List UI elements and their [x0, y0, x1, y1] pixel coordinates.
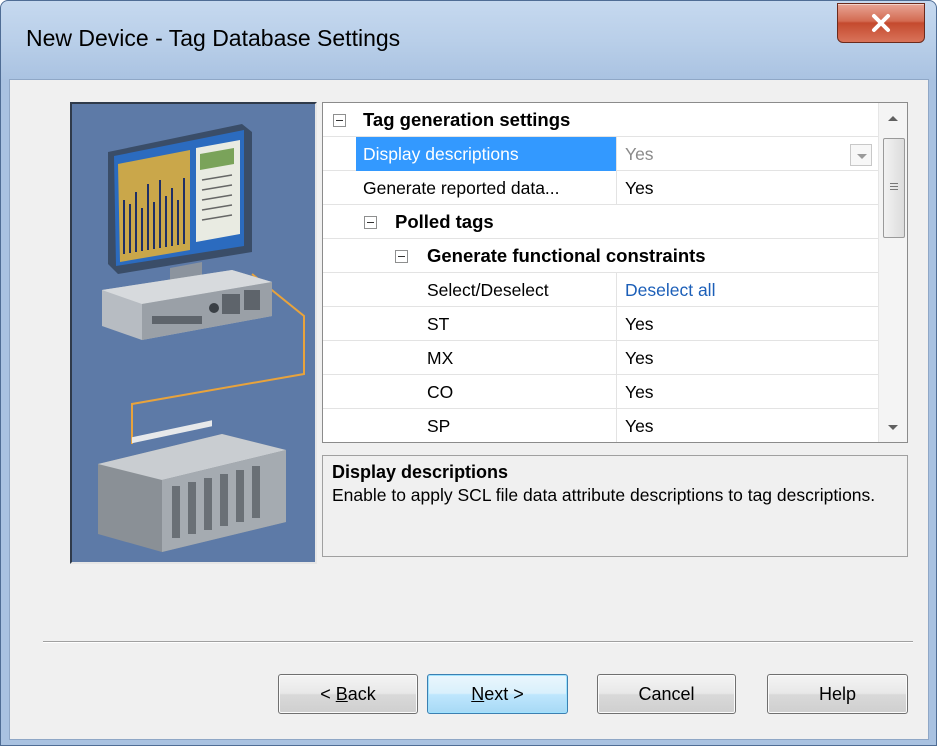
property-name: Select/Deselect	[427, 280, 549, 300]
property-mx[interactable]: MX Yes	[323, 341, 878, 375]
property-select-deselect[interactable]: Select/Deselect Deselect all	[323, 273, 878, 307]
property-name: Display descriptions	[356, 137, 616, 171]
property-name: CO	[427, 382, 454, 402]
property-name: Generate reported data...	[363, 178, 560, 198]
property-value[interactable]: Yes	[616, 307, 878, 341]
property-value[interactable]: Yes	[616, 171, 878, 205]
category-generate-functional-constraints[interactable]: Generate functional constraints	[323, 239, 878, 273]
scroll-up-icon[interactable]	[888, 116, 898, 121]
vertical-scrollbar[interactable]	[878, 103, 907, 442]
collapse-icon[interactable]	[395, 250, 408, 263]
property-sp[interactable]: SP Yes	[323, 409, 878, 442]
category-polled-tags[interactable]: Polled tags	[323, 205, 878, 239]
wizard-illustration	[70, 102, 317, 564]
category-label: Generate functional constraints	[427, 245, 706, 266]
description-title: Display descriptions	[332, 462, 509, 482]
category-tag-generation-settings[interactable]: Tag generation settings	[323, 103, 878, 137]
close-button[interactable]	[837, 3, 925, 43]
computer-device-illustration	[72, 104, 315, 562]
close-icon	[872, 14, 890, 32]
grip-icon	[890, 183, 898, 192]
property-display-descriptions[interactable]: Display descriptions Yes	[323, 137, 878, 171]
property-co[interactable]: CO Yes	[323, 375, 878, 409]
property-value[interactable]: Yes	[616, 409, 878, 442]
collapse-icon[interactable]	[364, 216, 377, 229]
next-button-mnemonic: N	[471, 683, 485, 704]
help-button[interactable]: Help	[767, 674, 908, 714]
category-label: Polled tags	[395, 211, 494, 232]
back-button-mnemonic: B	[335, 683, 348, 704]
next-button[interactable]: Next >	[427, 674, 568, 714]
cancel-button-label: Cancel	[638, 683, 695, 704]
help-button-label: Help	[818, 683, 857, 704]
title-bar[interactable]: New Device - Tag Database Settings	[1, 1, 936, 79]
description-panel: Display descriptions Enable to apply SCL…	[322, 455, 908, 557]
scroll-down-icon[interactable]	[888, 425, 898, 430]
divider	[43, 641, 913, 643]
dialog-client-area: Tag generation settings Display descript…	[9, 79, 929, 740]
back-button-prefix: <	[320, 683, 336, 704]
window-title: New Device - Tag Database Settings	[26, 25, 401, 51]
back-button[interactable]: < Back	[278, 674, 418, 714]
property-value-text: Yes	[625, 144, 654, 164]
cancel-button[interactable]: Cancel	[597, 674, 736, 714]
property-grid[interactable]: Tag generation settings Display descript…	[322, 102, 908, 443]
property-value[interactable]: Yes	[616, 375, 878, 409]
property-value[interactable]: Yes	[616, 137, 878, 171]
property-name: ST	[427, 314, 450, 334]
dropdown-arrow-icon[interactable]	[850, 144, 872, 166]
property-name: MX	[427, 348, 454, 368]
property-st[interactable]: ST Yes	[323, 307, 878, 341]
property-name: SP	[427, 416, 451, 436]
description-text: Enable to apply SCL file data attribute …	[332, 485, 876, 505]
next-button-label: ext >	[484, 683, 524, 704]
category-label: Tag generation settings	[363, 109, 571, 130]
dialog-window: New Device - Tag Database Settings Tag g…	[0, 0, 937, 746]
back-button-label: ack	[347, 683, 376, 704]
property-grid-rows: Tag generation settings Display descript…	[323, 103, 878, 442]
deselect-all-link[interactable]: Deselect all	[616, 273, 878, 307]
property-generate-reported-data[interactable]: Generate reported data... Yes	[323, 171, 878, 205]
collapse-icon[interactable]	[333, 114, 346, 127]
scroll-thumb[interactable]	[883, 138, 905, 238]
property-value[interactable]: Yes	[616, 341, 878, 375]
